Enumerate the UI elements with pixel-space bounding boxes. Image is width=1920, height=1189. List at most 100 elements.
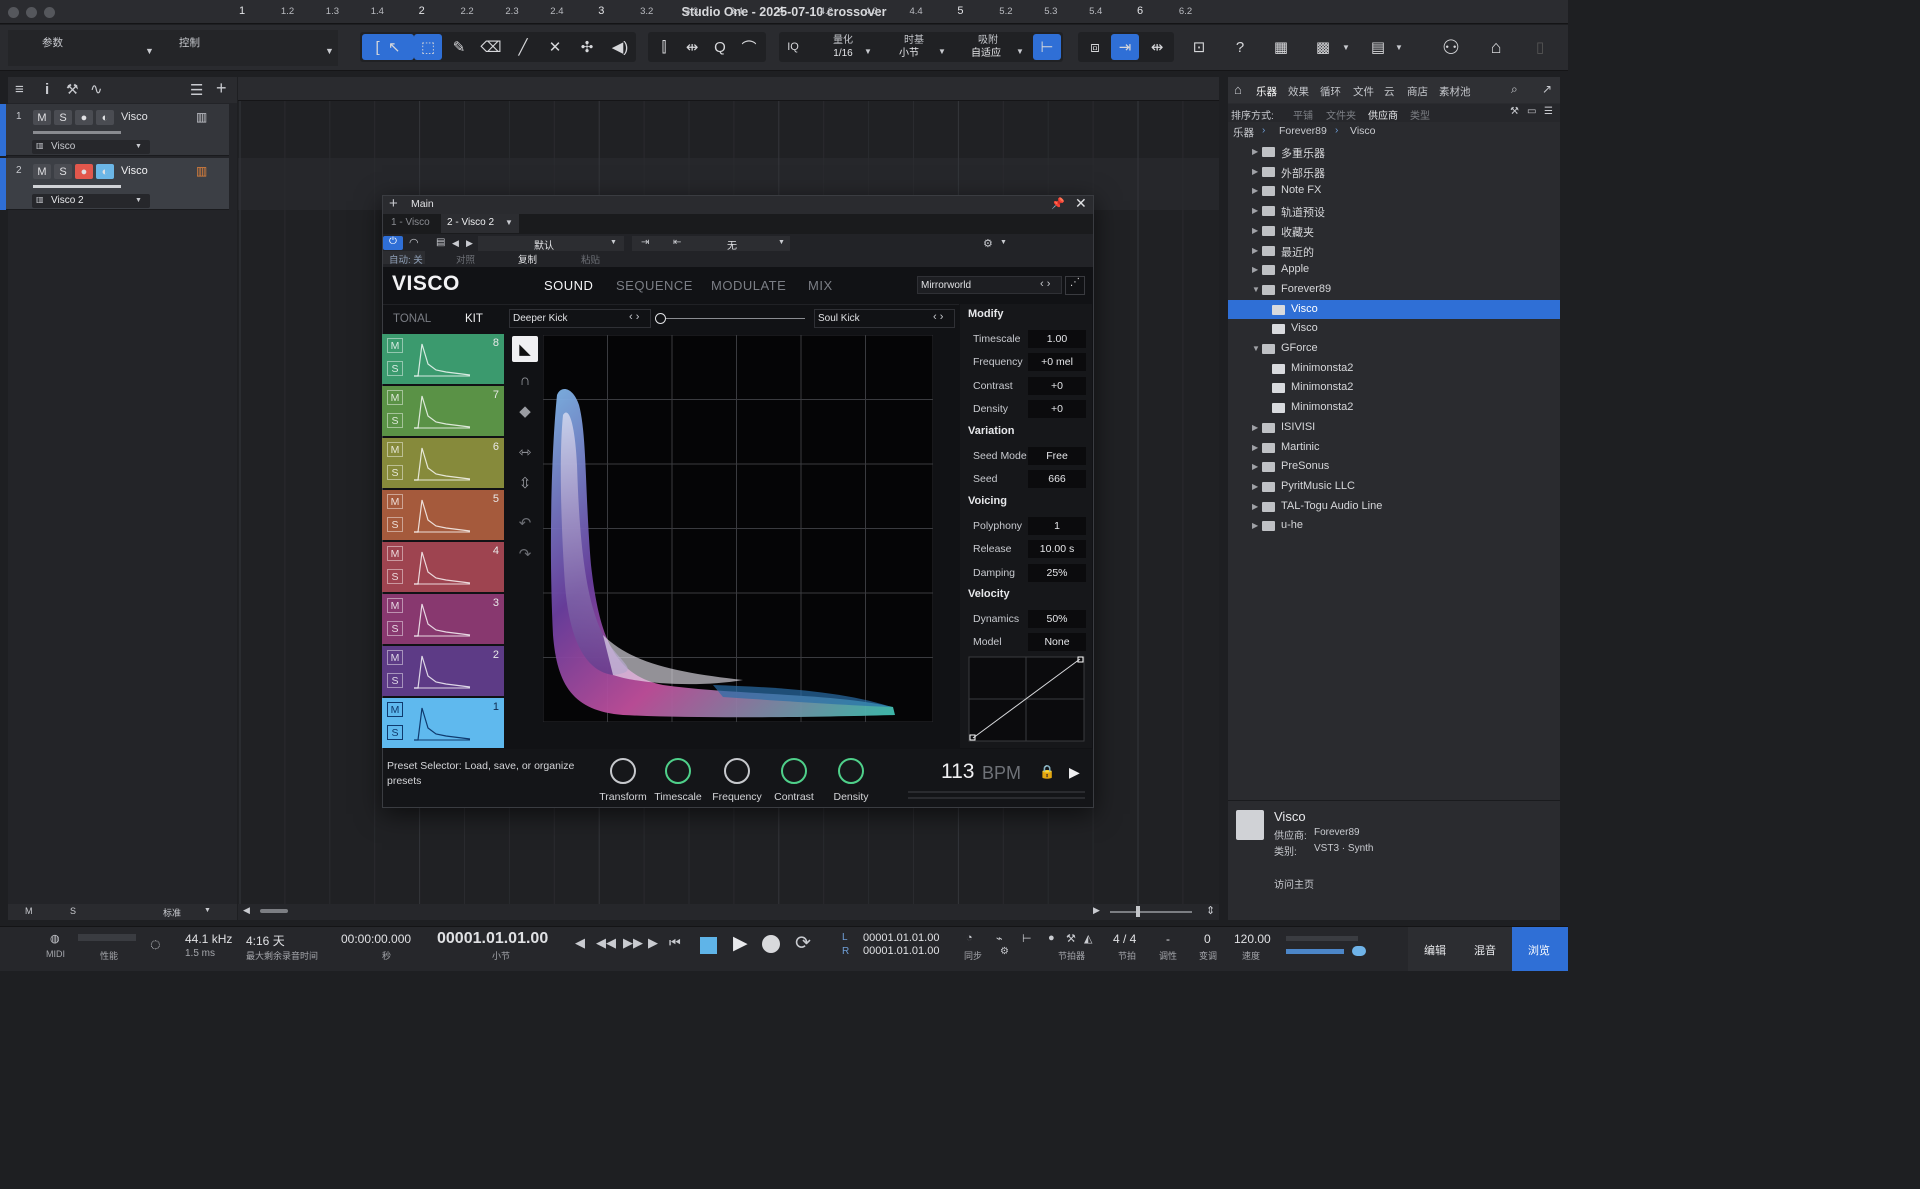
velocity-param-value[interactable]: 50% (1028, 610, 1086, 628)
pad-solo-button[interactable]: S (387, 621, 403, 636)
layout-chevron-icon[interactable]: ▼ (1395, 43, 1403, 52)
settings-chevron-icon[interactable]: ▼ (1000, 239, 1007, 246)
range-tool-icon[interactable]: ⬚ (414, 34, 442, 60)
horizontal-scrollbar[interactable] (238, 904, 1219, 920)
browser-item[interactable]: 外部乐器 (1281, 165, 1325, 181)
solo-button[interactable]: S (54, 164, 72, 179)
pad-solo-button[interactable]: S (387, 517, 403, 532)
listen-tool-icon[interactable]: ◀) (606, 34, 634, 60)
modify-param-value[interactable]: +0 (1028, 400, 1086, 419)
eraser-tool-icon[interactable]: ⌫ (477, 34, 505, 60)
snap-chevron-icon[interactable]: ▼ (1016, 47, 1024, 56)
track-row-1[interactable]: 1 M S ● ◐ Visco ▥ ▥ Visco ▼ (0, 104, 229, 156)
zoom-fit-icon[interactable]: ⇕ (1206, 904, 1215, 917)
pin-icon[interactable]: 📌 (1051, 197, 1065, 210)
pad-solo-button[interactable]: S (387, 725, 403, 740)
sort-view-icon[interactable]: ▭ (1527, 106, 1536, 117)
edit-button[interactable]: 编辑 (1424, 942, 1446, 958)
user-icon[interactable]: ⚇ (1437, 34, 1465, 60)
kit-pad[interactable]: M S 5 (382, 490, 504, 540)
sidechain-select[interactable] (632, 236, 790, 251)
kit-pad[interactable]: M S 2 (382, 646, 504, 696)
browser-home-icon[interactable]: ⌂ (1234, 82, 1242, 97)
zoom-slider[interactable] (1110, 911, 1192, 913)
flip-horizontal-icon[interactable]: ⇿ (512, 439, 538, 465)
browser-item[interactable]: TAL-Togu Audio Line (1281, 500, 1382, 512)
sort-option[interactable]: 类型 (1410, 107, 1430, 122)
morph-slider[interactable] (660, 318, 805, 319)
help-icon[interactable]: ? (1226, 34, 1254, 60)
browser-item[interactable]: Forever89 (1281, 283, 1331, 295)
return-zero-icon[interactable]: ⏮ (669, 935, 681, 951)
track-name[interactable]: Visco (121, 165, 148, 177)
browser-tab[interactable]: 素材池 (1439, 84, 1471, 99)
browser-search-icon[interactable]: ⌕ (1511, 82, 1518, 97)
bypass-icon[interactable]: ◠ (409, 236, 419, 249)
add-plugin-icon[interactable]: + (389, 195, 398, 212)
brush-tool-icon[interactable]: ◣ (512, 336, 538, 362)
preset-prev-next-icon[interactable]: ‹ › (1040, 278, 1050, 290)
crumb-2[interactable]: Visco (1350, 125, 1376, 137)
stop-icon[interactable] (700, 937, 717, 954)
expand-icon[interactable]: ▶ (1252, 226, 1258, 235)
compare-button[interactable]: 对照 (456, 252, 475, 266)
magnet-tool-icon[interactable]: ∩ (512, 367, 538, 393)
pad-mute-button[interactable]: M (387, 390, 403, 405)
pad-mute-button[interactable]: M (387, 442, 403, 457)
timebase-select[interactable]: 小节 (889, 47, 929, 60)
browser-item[interactable]: PreSonus (1281, 460, 1329, 472)
sort-list-icon[interactable]: ☰ (1544, 106, 1553, 117)
mode-tonal[interactable]: TONAL (393, 313, 431, 325)
play-icon[interactable]: ▶ (733, 932, 748, 955)
expand-icon[interactable]: ▶ (1252, 186, 1258, 195)
pad-solo-button[interactable]: S (387, 413, 403, 428)
variation-param-value[interactable]: 666 (1028, 470, 1086, 489)
monitor-button[interactable]: ◐ (96, 164, 114, 179)
home-icon[interactable]: ⌂ (1482, 34, 1510, 60)
browser-item[interactable]: Minimonsta2 (1291, 401, 1353, 413)
modify-param-value[interactable]: 1.00 (1028, 330, 1086, 348)
sort-option[interactable]: 文件夹 (1326, 107, 1356, 122)
close-plugin-icon[interactable]: ✕ (1075, 195, 1087, 212)
mute-button[interactable]: M (33, 110, 51, 125)
browser-item[interactable]: Visco (1291, 322, 1318, 334)
scroll-right-icon[interactable]: ▶ (1093, 905, 1100, 916)
sidechain-icon[interactable]: ⇥ (641, 237, 649, 248)
eraser-tool-icon[interactable]: ◆ (512, 398, 538, 424)
browser-item[interactable]: Visco (1291, 303, 1318, 315)
rewind-start-icon[interactable]: ◀ (575, 935, 585, 951)
browser-item[interactable]: Apple (1281, 263, 1309, 275)
browser-tab[interactable]: 文件 (1353, 84, 1374, 99)
timescale-knob[interactable] (665, 758, 691, 784)
morph-left-arrows-icon[interactable]: ‹ › (629, 311, 639, 323)
scroll-left-icon[interactable]: ◀ (243, 905, 250, 916)
mode-kit[interactable]: KIT (465, 313, 483, 325)
record-arm-button[interactable]: ● (75, 164, 93, 179)
scroll-thumb[interactable] (260, 909, 288, 913)
video-icon[interactable]: ▦ (1267, 34, 1295, 60)
undo-icon[interactable]: ↶ (512, 510, 538, 536)
bpm-value[interactable]: 113 (941, 760, 974, 784)
paint-tool-icon[interactable]: ╱ (509, 34, 537, 60)
velocity-param-value[interactable]: None (1028, 633, 1086, 652)
info-icon[interactable]: i (45, 81, 49, 98)
grid-tool-icon[interactable]: ⌒ (735, 34, 763, 60)
metronome-icon[interactable]: ◭ (1084, 932, 1092, 945)
record-arm-button[interactable]: ● (75, 110, 93, 125)
sort-option[interactable]: 平铺 (1293, 107, 1313, 122)
voicing-param-value[interactable]: 25% (1028, 563, 1086, 582)
prev-preset-icon[interactable]: ◀ (452, 238, 459, 249)
transpose[interactable]: 0 (1204, 932, 1211, 946)
pad-mute-button[interactable]: M (387, 494, 403, 509)
expand-icon[interactable]: ▶ (1252, 265, 1258, 274)
footer-solo[interactable]: S (70, 906, 76, 916)
quantize-chevron-icon[interactable]: ▼ (864, 47, 872, 56)
browser-item[interactable]: u-he (1281, 519, 1303, 531)
kit-pad[interactable]: M S 6 (382, 438, 504, 488)
browser-tab[interactable]: 循环 (1320, 84, 1341, 99)
instrument-chevron-icon[interactable]: ▼ (135, 143, 142, 150)
settings-icon[interactable]: ⚙ (983, 237, 993, 250)
frequency-knob[interactable] (724, 758, 750, 784)
kit-pad[interactable]: M S 7 (382, 386, 504, 436)
settings-small-icon[interactable]: ⚙ (1000, 946, 1009, 957)
